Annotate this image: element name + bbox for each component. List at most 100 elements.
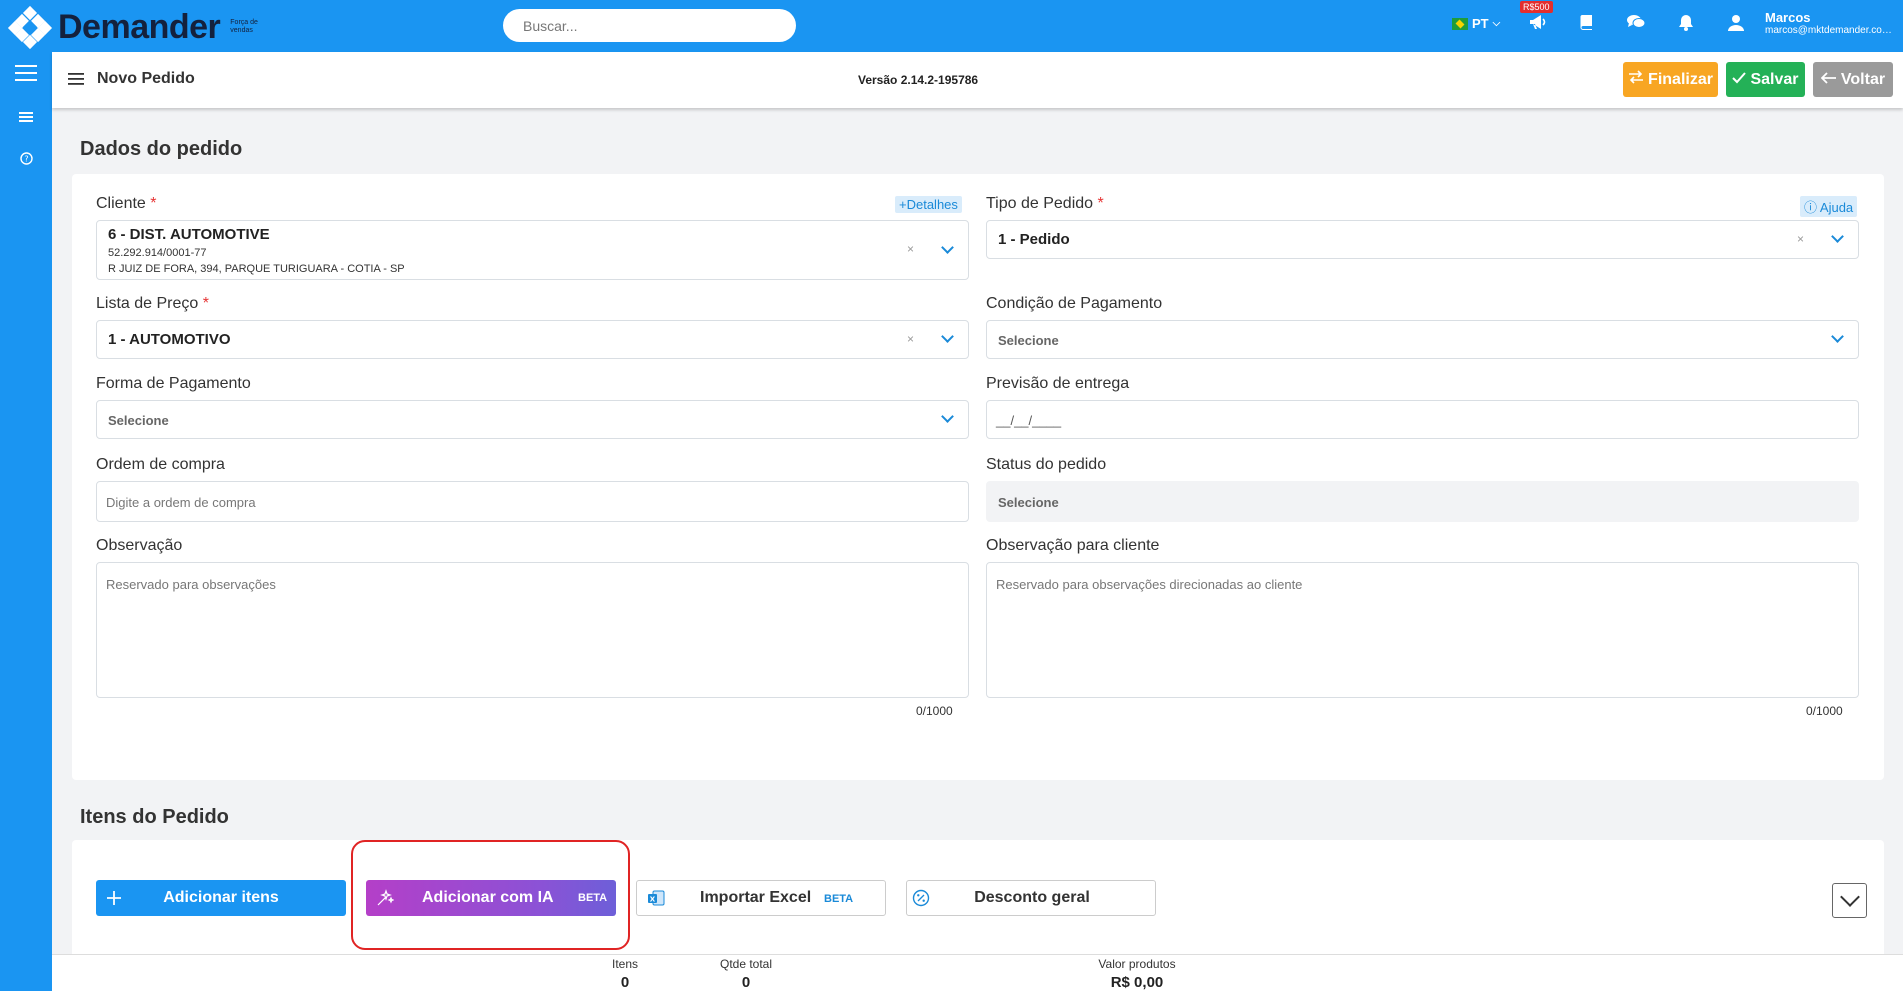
megaphone-icon[interactable] [1529,14,1547,33]
observacao-label: Observação [96,537,183,554]
status-pedido-placeholder: Selecione [998,495,1059,510]
brand-name: Demander [58,8,221,46]
chevron-down-icon: ⌵ [1492,18,1501,29]
menu-icon[interactable] [0,64,52,87]
section-title-itens: Itens do Pedido [80,806,229,828]
lista-preco-select[interactable]: 1 - AUTOMOTIVO × [96,320,969,359]
brazil-flag-icon [1452,17,1468,30]
chevron-down-icon [1831,230,1844,243]
footer-valor: Valor produtos R$ 0,00 [1082,957,1192,991]
sidebar: ? [0,52,52,991]
status-pedido-select: Selecione [986,481,1859,522]
section-title-dados: Dados do pedido [80,138,243,160]
user-menu[interactable]: Marcos marcos@mktdemander.com.br [1765,10,1895,36]
itens-value: 0 [620,974,630,991]
chat-icon[interactable] [1627,14,1646,33]
cliente-address: R JUIZ DE FORA, 394, PARQUE TURIGUARA - … [108,263,405,275]
language-label: PT [1472,16,1489,31]
salvar-label: Salvar [1750,70,1799,88]
adicionar-itens-label: Adicionar itens [163,889,279,906]
footer-itens: Itens 0 [590,957,660,991]
chevron-down-icon [941,410,954,423]
observacao-cliente-placeholder: Reservado para observações direcionadas … [996,577,1303,592]
condicao-pagamento-select[interactable]: Selecione [986,320,1859,359]
swap-icon [1628,70,1644,89]
arrow-left-icon [1820,71,1837,89]
clear-icon[interactable]: × [1797,232,1804,246]
lista-preco-value: 1 - AUTOMOTIVO [108,331,231,348]
importar-excel-beta-tag: BETA [824,893,854,905]
footer-totals: Itens 0 Qtde total 0 Valor produtos R$ 0… [52,954,1903,991]
svg-text:?: ? [24,155,28,164]
detalhes-button[interactable]: +Detalhes [895,196,962,213]
condicao-pagamento-placeholder: Selecione [998,333,1059,348]
tipo-pedido-label: Tipo de Pedido * [986,195,1104,212]
observacao-cliente-textarea[interactable]: Reservado para observações direcionadas … [986,562,1859,698]
voltar-button[interactable]: Voltar [1813,62,1893,97]
cliente-cnpj: 52.292.914/0001-77 [108,247,207,259]
bell-icon[interactable] [1678,14,1694,34]
check-icon [1732,71,1747,89]
clear-icon[interactable]: × [907,332,914,346]
forma-pagamento-placeholder: Selecione [108,413,169,428]
ordem-compra-input[interactable]: Digite a ordem de compra [96,481,969,522]
brand-subtitle: Força de vendas [230,19,258,34]
ordem-compra-label: Ordem de compra [96,456,225,473]
version-label: Versão 2.14.2-195786 [858,73,979,87]
user-email: marcos@mktdemander.com.br [1765,25,1895,36]
user-name: Marcos [1765,10,1811,25]
observacao-textarea[interactable]: Reservado para observações [96,562,969,698]
valor-value: R$ 0,00 [1110,974,1164,991]
importar-excel-button[interactable]: X Importar Excel BETA [636,880,886,916]
cliente-name: 6 - DIST. AUTOMOTIVE [108,226,270,243]
language-selector[interactable]: PT ⌵ [1452,16,1500,31]
salvar-button[interactable]: Salvar [1726,62,1805,97]
observacao-cliente-counter: 0/1000 [1806,704,1843,718]
notification-badge: R$500 [1520,1,1553,13]
cliente-select[interactable]: 6 - DIST. AUTOMOTIVE 52.292.914/0001-77 … [96,220,969,280]
collapse-chevron-icon[interactable] [1832,883,1867,918]
tipo-pedido-value: 1 - Pedido [998,231,1070,248]
book-icon[interactable] [1578,14,1594,33]
finalizar-button[interactable]: Finalizar [1623,62,1718,97]
observacao-counter: 0/1000 [916,704,953,718]
forma-pagamento-label: Forma de Pagamento [96,375,251,392]
clear-icon[interactable]: × [907,242,914,256]
page-header: Novo Pedido Versão 2.14.2-195786 Finaliz… [52,52,1903,108]
qtde-value: 0 [741,974,751,991]
tipo-pedido-select[interactable]: 1 - Pedido × [986,220,1859,259]
forma-pagamento-select[interactable]: Selecione [96,400,969,439]
previsao-entrega-input[interactable]: __/__/____ [986,400,1859,439]
qtde-label: Qtde total [719,957,773,971]
list-icon[interactable] [0,110,52,128]
importar-excel-label: Importar Excel [700,889,812,906]
itens-label: Itens [611,957,638,971]
svg-text:X: X [650,896,656,904]
chevron-down-icon [941,241,954,254]
previsao-entrega-placeholder: __/__/____ [996,413,1062,428]
help-icon[interactable]: ? [0,152,52,170]
search-input[interactable] [503,9,796,42]
top-bar: Demander Força de vendas PT ⌵ R$500 Marc… [0,0,1903,52]
brand-logo[interactable]: Demander Força de vendas [7,5,260,50]
ajuda-button[interactable]: ⓘ Ajuda [1800,196,1858,217]
previsao-entrega-label: Previsão de entrega [986,375,1130,392]
status-pedido-label: Status do pedido [986,456,1107,473]
footer-qtde: Qtde total 0 [706,957,786,991]
ordem-compra-placeholder: Digite a ordem de compra [106,495,256,510]
adicionar-itens-button[interactable]: Adicionar itens [96,880,346,916]
page-title: Novo Pedido [97,70,195,87]
desconto-geral-label: Desconto geral [974,889,1090,906]
desconto-geral-button[interactable]: Desconto geral [906,880,1156,916]
finalizar-label: Finalizar [1648,70,1713,88]
excel-icon: X [647,889,665,912]
logo-icon [7,5,53,50]
lista-preco-label: Lista de Preço * [96,295,209,312]
voltar-label: Voltar [1840,70,1886,88]
user-icon[interactable] [1728,14,1744,34]
hamburger-icon[interactable] [68,70,84,91]
chevron-down-icon [1831,330,1844,343]
observacao-cliente-label: Observação para cliente [986,537,1160,554]
valor-label: Valor produtos [1098,957,1176,971]
highlight-box [351,840,630,950]
